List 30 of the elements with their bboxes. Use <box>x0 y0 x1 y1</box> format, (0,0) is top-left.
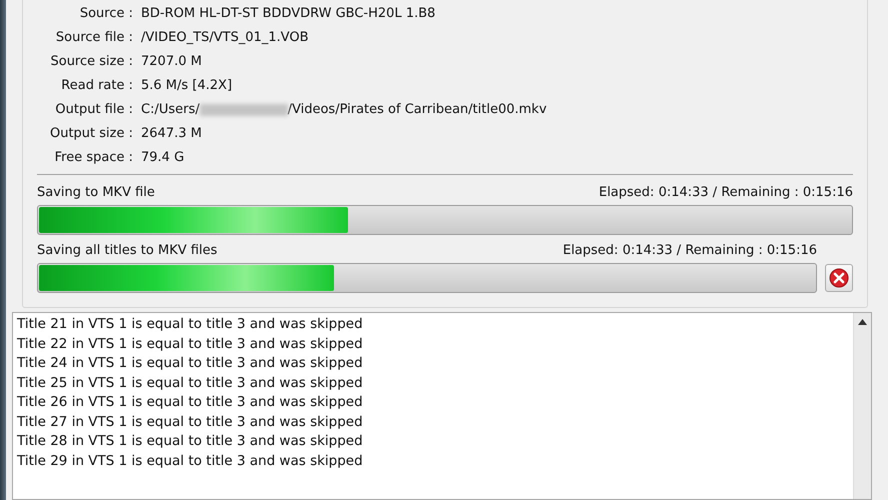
log-line: Title 22 in VTS 1 is equal to title 3 and was skipped <box>17 334 364 354</box>
field-value: BD-ROM HL-DT-ST BDDVDRW GBC-H20L 1.B8 <box>141 5 436 24</box>
field-label: Source : <box>78 5 134 24</box>
field-value: 5.6 M/s [4.2X] <box>141 77 232 96</box>
elapsed-time: Elapsed: 0:14:33 / Remaining : 0:15:16 <box>598 184 853 202</box>
progress-label: Saving to MKV file <box>37 184 155 202</box>
field-value: 7207.0 M <box>141 53 202 72</box>
field-label: Read rate : <box>60 77 134 96</box>
scroll-up-icon[interactable] <box>858 319 867 325</box>
log-line: Title 25 in VTS 1 is equal to title 3 and was skipped <box>17 374 364 392</box>
field-value: C:/Users/ <box>141 101 200 120</box>
field-value: /Videos/Pirates of Carribean/title00.mkv <box>288 101 547 120</box>
field-value: /VIDEO_TS/VTS_01_1.VOB <box>141 29 308 48</box>
log-line: Title 28 in VTS 1 is equal to title 3 and was skipped <box>17 432 364 451</box>
progress-label: Saving all titles to MKV files <box>37 242 218 260</box>
field-label: Source file : <box>54 29 134 48</box>
field-label: Output size : <box>48 125 134 144</box>
cancel-button[interactable] <box>825 264 853 292</box>
log-line: Title 21 in VTS 1 is equal to title 3 and was skipped <box>17 315 364 334</box>
log-line: Title 27 in VTS 1 is equal to title 3 and was skipped <box>17 412 364 432</box>
field-value: 79.4 G <box>141 149 184 168</box>
field-label: Output file : <box>54 101 134 120</box>
log-line: Title 29 in VTS 1 is equal to title 3 and was skipped <box>17 452 364 470</box>
log-line: Title 26 in VTS 1 is equal to title 3 and was skipped <box>17 393 364 412</box>
field-value: 2647.3 M <box>141 125 202 144</box>
log-line: Title 24 in VTS 1 is equal to title 3 and was skipped <box>17 354 364 373</box>
field-label: Source size : <box>49 53 134 72</box>
field-label: Free space : <box>54 149 134 168</box>
close-icon <box>829 268 849 288</box>
elapsed-time: Elapsed: 0:14:33 / Remaining : 0:15:16 <box>562 242 817 260</box>
